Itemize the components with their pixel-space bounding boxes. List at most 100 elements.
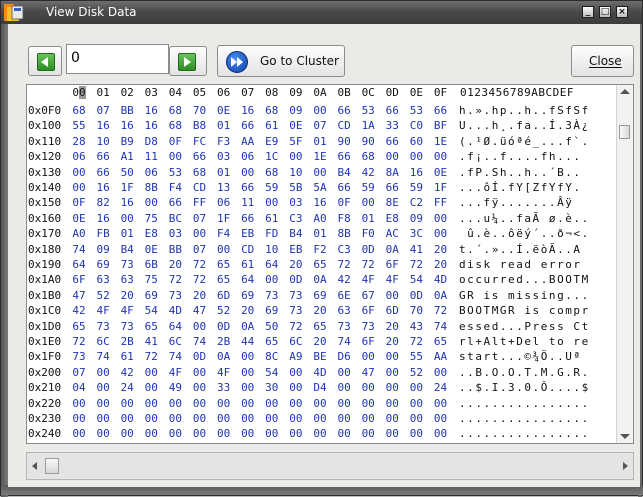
- hex-byte[interactable]: 66: [93, 150, 113, 163]
- hex-byte[interactable]: F0: [358, 227, 378, 240]
- hex-byte[interactable]: 20: [190, 289, 210, 302]
- hex-byte[interactable]: 01: [358, 212, 378, 225]
- hex-byte[interactable]: 6C: [165, 335, 185, 348]
- hex-byte[interactable]: 20: [165, 258, 185, 271]
- hex-byte[interactable]: 20: [382, 320, 402, 333]
- hex-view[interactable]: 00 01 02 03 04 05 06 07 08 09 0A 0B 0C 0D 0E 0F 01234567…: [26, 84, 634, 444]
- hex-byte[interactable]: 0A: [431, 289, 451, 302]
- hex-byte[interactable]: 00: [238, 427, 258, 440]
- hex-byte[interactable]: 73: [69, 350, 89, 363]
- hex-byte[interactable]: 24: [431, 381, 451, 394]
- hex-byte[interactable]: 00: [141, 381, 161, 394]
- hex-byte[interactable]: 72: [358, 258, 378, 271]
- hex-byte[interactable]: 61: [238, 258, 258, 271]
- hex-byte[interactable]: 00: [406, 412, 426, 425]
- hex-byte[interactable]: 6C: [286, 335, 306, 348]
- hex-byte[interactable]: 69: [141, 289, 161, 302]
- hex-byte[interactable]: 13: [214, 181, 234, 194]
- horizontal-scrollbar[interactable]: [26, 452, 634, 480]
- hex-byte[interactable]: 2B: [117, 335, 137, 348]
- hex-byte[interactable]: 0E: [214, 104, 234, 117]
- hex-byte[interactable]: 73: [358, 320, 378, 333]
- hex-byte[interactable]: 66: [238, 212, 258, 225]
- hex-byte[interactable]: F3: [214, 135, 234, 148]
- hex-byte[interactable]: 53: [165, 166, 185, 179]
- hex-byte[interactable]: AA: [431, 350, 451, 363]
- hex-byte[interactable]: 00: [310, 412, 330, 425]
- hex-byte[interactable]: 73: [165, 289, 185, 302]
- hex-byte[interactable]: 0F: [69, 196, 89, 209]
- hex-byte[interactable]: D4: [310, 381, 330, 394]
- hex-byte[interactable]: 42: [358, 166, 378, 179]
- hex-byte[interactable]: 8A: [382, 166, 402, 179]
- hex-byte[interactable]: 55: [69, 119, 89, 132]
- hex-byte[interactable]: 00: [262, 397, 282, 410]
- hex-byte[interactable]: 00: [190, 443, 210, 444]
- hex-byte[interactable]: 00: [334, 443, 354, 444]
- hex-byte[interactable]: A0: [69, 227, 89, 240]
- title-bar[interactable]: View Disk Data _ □ ×: [1, 1, 642, 24]
- hex-byte[interactable]: 00: [358, 427, 378, 440]
- hex-byte[interactable]: 8C: [262, 350, 282, 363]
- hex-byte[interactable]: 00: [190, 381, 210, 394]
- hex-byte[interactable]: 90: [286, 443, 306, 444]
- hex-byte[interactable]: 59: [358, 181, 378, 194]
- hex-byte[interactable]: 4F: [358, 273, 378, 286]
- hex-byte[interactable]: 69: [238, 289, 258, 302]
- hex-byte[interactable]: 06: [69, 150, 89, 163]
- hex-byte[interactable]: 73: [286, 304, 306, 317]
- hex-byte[interactable]: BE: [310, 350, 330, 363]
- hex-byte[interactable]: 52: [406, 366, 426, 379]
- hex-byte[interactable]: C3: [334, 243, 354, 256]
- hex-byte[interactable]: 00: [431, 212, 451, 225]
- scroll-up-icon[interactable]: [620, 89, 630, 94]
- hex-byte[interactable]: 54: [262, 366, 282, 379]
- hex-byte[interactable]: 00: [190, 397, 210, 410]
- maximize-button[interactable]: □: [599, 6, 611, 18]
- hex-byte[interactable]: 63: [117, 273, 137, 286]
- hex-byte[interactable]: 52: [93, 289, 113, 302]
- hex-byte[interactable]: 44: [238, 335, 258, 348]
- hex-byte[interactable]: 20: [382, 335, 402, 348]
- hex-byte[interactable]: 00: [214, 412, 234, 425]
- hex-byte[interactable]: 00: [406, 427, 426, 440]
- hex-byte[interactable]: 59: [406, 181, 426, 194]
- hex-byte[interactable]: 33: [214, 381, 234, 394]
- hex-byte[interactable]: 68: [262, 104, 282, 117]
- hex-byte[interactable]: B9: [117, 135, 137, 148]
- hex-byte[interactable]: 4E: [358, 443, 378, 444]
- hex-byte[interactable]: 00: [334, 397, 354, 410]
- hex-byte[interactable]: 16: [141, 119, 161, 132]
- hex-byte[interactable]: 00: [382, 289, 402, 302]
- hex-byte[interactable]: 0E: [286, 119, 306, 132]
- hex-byte[interactable]: 00: [141, 397, 161, 410]
- hex-byte[interactable]: 00: [431, 412, 451, 425]
- hex-byte[interactable]: 01: [214, 119, 234, 132]
- hex-byte[interactable]: 24: [117, 381, 137, 394]
- hex-byte[interactable]: B4: [117, 243, 137, 256]
- hex-byte[interactable]: 0D: [358, 243, 378, 256]
- hex-byte[interactable]: 00: [431, 366, 451, 379]
- hex-byte[interactable]: FF: [431, 196, 451, 209]
- hex-byte[interactable]: 07: [190, 212, 210, 225]
- hex-byte[interactable]: 66: [238, 181, 258, 194]
- hex-byte[interactable]: 66: [334, 104, 354, 117]
- hex-byte[interactable]: 00: [382, 397, 402, 410]
- hex-byte[interactable]: 64: [69, 258, 89, 271]
- hex-byte[interactable]: 00: [214, 397, 234, 410]
- hex-byte[interactable]: 90: [334, 135, 354, 148]
- hex-byte[interactable]: 4F: [382, 273, 402, 286]
- hex-byte[interactable]: 72: [141, 350, 161, 363]
- hex-byte[interactable]: 73: [117, 258, 137, 271]
- hex-byte[interactable]: 00: [334, 366, 354, 379]
- hex-byte[interactable]: 6F: [358, 304, 378, 317]
- hex-byte[interactable]: 66: [382, 181, 402, 194]
- hex-byte[interactable]: FF: [190, 196, 210, 209]
- hex-byte[interactable]: 00: [262, 273, 282, 286]
- hex-byte[interactable]: 4F: [117, 304, 137, 317]
- hex-byte[interactable]: 01: [310, 227, 330, 240]
- hex-byte[interactable]: 63: [334, 304, 354, 317]
- scroll-left-icon[interactable]: [32, 462, 37, 470]
- hex-byte[interactable]: 59: [262, 181, 282, 194]
- hex-byte[interactable]: 00: [382, 443, 402, 444]
